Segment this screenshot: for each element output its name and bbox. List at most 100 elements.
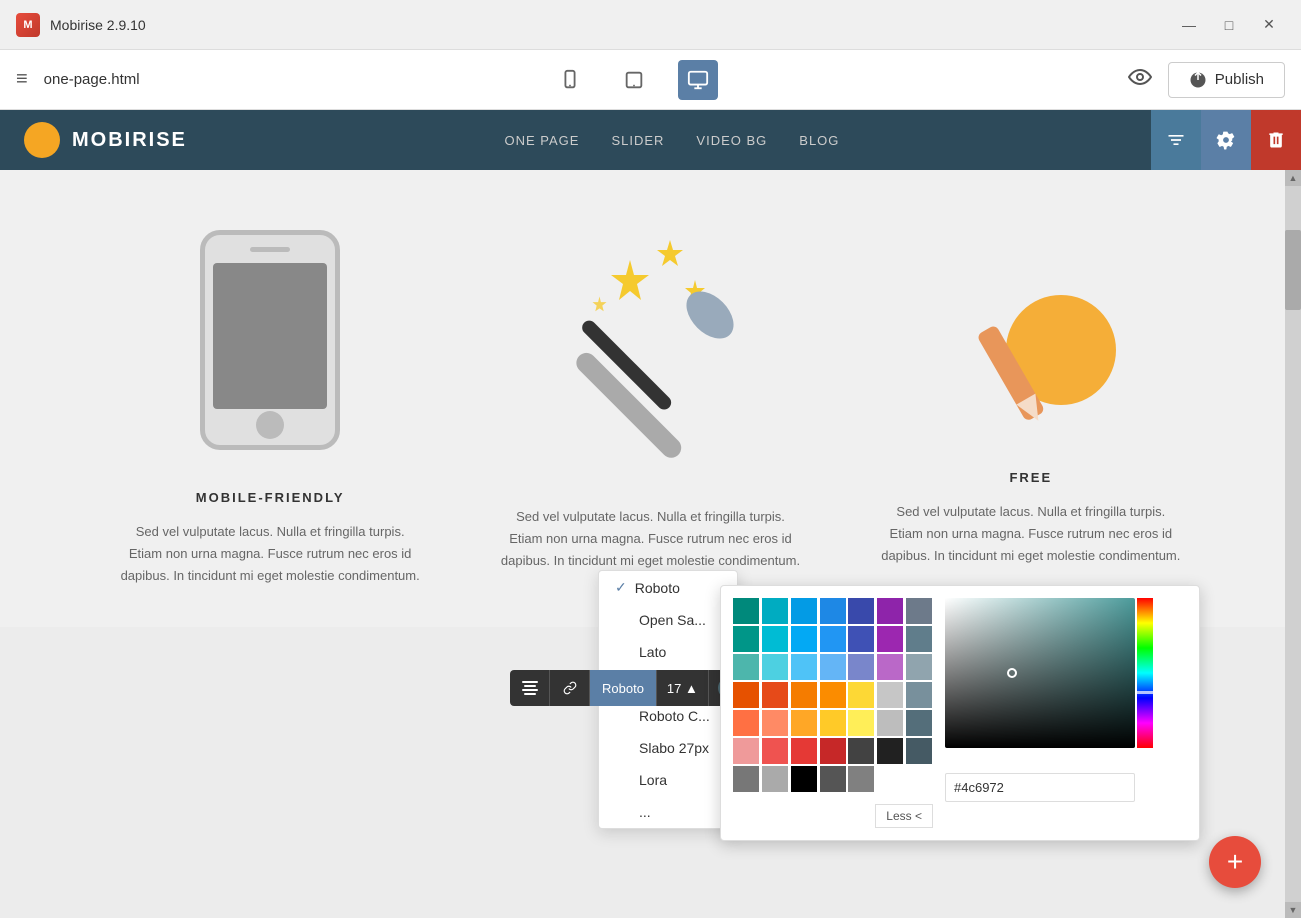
delete-action-button[interactable]	[1251, 110, 1301, 170]
swatch[interactable]	[906, 598, 932, 624]
nav-link-slider[interactable]: SLIDER	[611, 133, 664, 148]
gradient-background	[945, 598, 1135, 748]
swatch[interactable]	[820, 598, 846, 624]
swatch[interactable]	[877, 682, 903, 708]
swatch[interactable]	[762, 682, 788, 708]
swatch[interactable]	[906, 654, 932, 680]
swatch[interactable]	[762, 626, 788, 652]
swatch[interactable]	[820, 738, 846, 764]
swatch[interactable]	[820, 766, 846, 792]
swatch[interactable]	[733, 682, 759, 708]
swatch[interactable]	[820, 626, 846, 652]
swatch[interactable]	[791, 682, 817, 708]
minimize-button[interactable]: —	[1173, 13, 1205, 37]
swatch[interactable]	[762, 654, 788, 680]
menu-bar: ≡ one-page.html	[0, 50, 1301, 110]
add-fab-button[interactable]: +	[1209, 836, 1261, 888]
title-bar-left: M Mobirise 2.9.10	[16, 13, 146, 37]
swatch[interactable]	[877, 654, 903, 680]
close-button[interactable]: ✕	[1253, 13, 1285, 37]
swatch[interactable]	[906, 710, 932, 736]
swatch[interactable]	[791, 598, 817, 624]
swatch[interactable]	[762, 710, 788, 736]
nav-actions	[1151, 110, 1301, 170]
swatch[interactable]	[848, 626, 874, 652]
swatch[interactable]	[820, 654, 846, 680]
hamburger-menu[interactable]: ≡	[16, 68, 28, 91]
font-item-slabo[interactable]: Slabo 27px	[599, 732, 737, 764]
scroll-down-button[interactable]: ▼	[1285, 902, 1301, 918]
free-image	[931, 230, 1131, 450]
magic-image	[540, 230, 760, 470]
preview-button[interactable]	[1128, 68, 1152, 92]
settings-action-button[interactable]	[1201, 110, 1251, 170]
title-bar: M Mobirise 2.9.10 — □ ✕	[0, 0, 1301, 50]
swatch[interactable]	[877, 626, 903, 652]
gradient-picker	[945, 598, 1187, 828]
swatch[interactable]	[848, 654, 874, 680]
tablet-view-button[interactable]	[614, 60, 654, 100]
publish-button[interactable]: Publish	[1168, 62, 1285, 98]
maximize-button[interactable]: □	[1213, 13, 1245, 37]
font-name-button[interactable]: Roboto	[590, 670, 657, 706]
swatch[interactable]	[906, 682, 932, 708]
mobile-view-button[interactable]	[550, 60, 590, 100]
swatch[interactable]	[762, 766, 788, 792]
gradient-canvas[interactable]	[945, 598, 1135, 748]
nav-link-videobg[interactable]: VIDEO BG	[696, 133, 767, 148]
swatch[interactable]	[733, 654, 759, 680]
desktop-icon	[687, 69, 709, 91]
swatch[interactable]	[791, 626, 817, 652]
swatch[interactable]	[733, 710, 759, 736]
features-section: MOBILE-FRIENDLY Sed vel vulputate lacus.…	[0, 170, 1301, 627]
swatch[interactable]	[733, 598, 759, 624]
swatch[interactable]	[848, 682, 874, 708]
swatch[interactable]	[791, 738, 817, 764]
less-button[interactable]: Less <	[875, 804, 933, 828]
scrollbar[interactable]: ▲ ▼	[1285, 170, 1301, 918]
swatch[interactable]	[877, 710, 903, 736]
nav-logo	[24, 122, 60, 158]
font-opensans-label: Open Sa...	[639, 612, 706, 628]
swatch[interactable]	[906, 738, 932, 764]
swatch[interactable]	[877, 738, 903, 764]
swatch[interactable]	[848, 598, 874, 624]
gradient-cursor[interactable]	[1007, 668, 1017, 678]
swatch[interactable]	[906, 626, 932, 652]
swatch[interactable]	[791, 654, 817, 680]
scrollbar-thumb[interactable]	[1285, 230, 1301, 310]
hex-color-input[interactable]	[945, 773, 1135, 802]
font-item-roboto[interactable]: ✓ Roboto	[599, 571, 737, 604]
nav-link-onepage[interactable]: ONE PAGE	[505, 133, 580, 148]
swatch[interactable]	[791, 766, 817, 792]
swatch[interactable]	[762, 738, 788, 764]
swatch[interactable]	[791, 710, 817, 736]
swatch[interactable]	[733, 738, 759, 764]
nav-bar: MOBIRISE ONE PAGE SLIDER VIDEO BG BLOG D…	[0, 110, 1301, 170]
align-button[interactable]	[510, 670, 550, 706]
hue-slider[interactable]	[1137, 598, 1153, 748]
nav-brand: MOBIRISE	[24, 122, 187, 158]
sort-action-button[interactable]	[1151, 110, 1201, 170]
swatch[interactable]	[820, 710, 846, 736]
font-item-lora[interactable]: Lora	[599, 764, 737, 796]
nav-link-blog[interactable]: BLOG	[799, 133, 839, 148]
swatch[interactable]	[762, 598, 788, 624]
swatch[interactable]	[877, 598, 903, 624]
font-item-opensans[interactable]: Open Sa...	[599, 604, 737, 636]
feature-mobile-text: Sed vel vulputate lacus. Nulla et fringi…	[120, 521, 420, 587]
link-button[interactable]	[550, 670, 590, 706]
feature-mobile-title: MOBILE-FRIENDLY	[196, 490, 345, 505]
font-item-lato[interactable]: Lato	[599, 636, 737, 668]
swatch[interactable]	[733, 626, 759, 652]
scroll-up-button[interactable]: ▲	[1285, 170, 1301, 186]
color-swatches: Less <	[733, 598, 933, 828]
swatch[interactable]	[820, 682, 846, 708]
swatch[interactable]	[848, 766, 874, 792]
swatch[interactable]	[733, 766, 759, 792]
swatch[interactable]	[848, 710, 874, 736]
font-size-button[interactable]: 17 ▲	[657, 670, 709, 706]
desktop-view-button[interactable]	[678, 60, 718, 100]
font-item-more[interactable]: ...	[599, 796, 737, 828]
swatch[interactable]	[848, 738, 874, 764]
